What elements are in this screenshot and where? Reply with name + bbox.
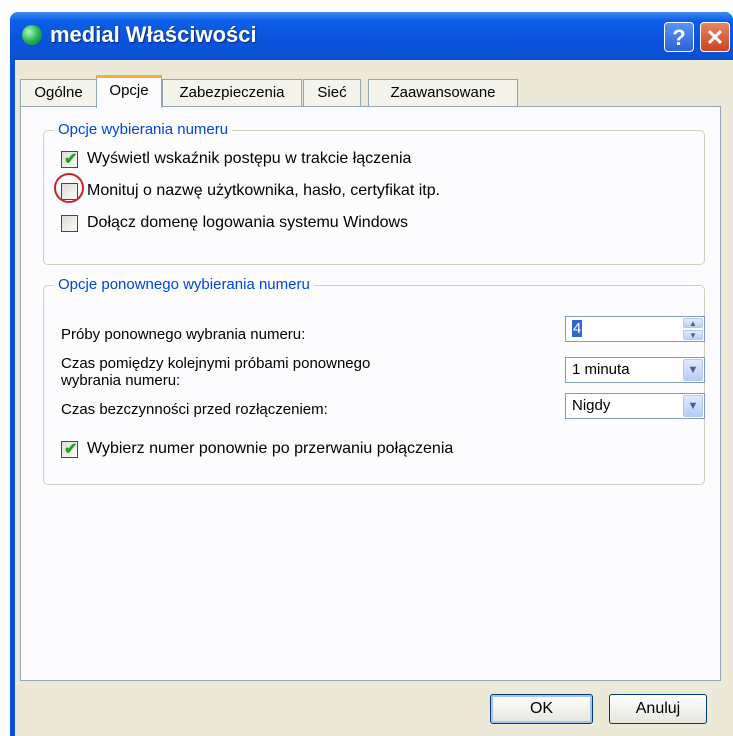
show-progress-label: Wyświetl wskaźnik postępu w trakcie łącz… — [87, 150, 412, 167]
tab-general[interactable]: Ogólne — [20, 79, 97, 107]
checkmark-icon: ✔ — [64, 151, 78, 168]
prompt-credentials-label: Monituj o nazwę użytkownika, hasło, cert… — [87, 182, 441, 199]
help-button[interactable]: ? — [664, 22, 694, 52]
redial-attempts-spinner[interactable]: ▲ ▼ — [683, 318, 703, 340]
cancel-button[interactable]: Anuluj — [609, 694, 707, 724]
chevron-down-icon[interactable]: ▼ — [683, 395, 703, 417]
tab-security[interactable]: Zabezpieczenia — [162, 79, 302, 107]
redial-options-group: Opcje ponownego wybierania numeru Próby … — [43, 276, 705, 485]
redial-interval-dropdown[interactable]: 1 minuta ▼ — [565, 357, 705, 383]
options-panel: Opcje wybierania numeru ✔ Wyświetl wskaź… — [20, 106, 721, 681]
spin-up-icon[interactable]: ▲ — [683, 318, 703, 328]
redial-attempts-spinbox[interactable]: 4 ▲ ▼ — [565, 316, 705, 342]
redial-attempts-label: Próby ponownego wybrania numeru: — [61, 326, 306, 343]
redial-interval-value: 1 minuta — [572, 361, 630, 378]
title-bar[interactable]: medial Właściwości ? ✕ — [10, 12, 733, 60]
tab-network[interactable]: Sieć — [303, 79, 361, 107]
annotation-circle — [54, 173, 84, 203]
spin-down-icon[interactable]: ▼ — [683, 330, 703, 340]
checkmark-icon: ✔ — [64, 441, 78, 458]
show-progress-checkbox[interactable]: ✔ — [61, 151, 78, 168]
redial-interval-label: Czas pomiędzy kolejnymi próbami ponowneg… — [61, 355, 371, 389]
chevron-down-icon[interactable]: ▼ — [683, 359, 703, 381]
idle-time-label: Czas bezczynności przed rozłączeniem: — [61, 401, 328, 418]
tab-options[interactable]: Opcje — [96, 75, 162, 108]
dialog-window: medial Właściwości ? ✕ Ogólne Opcje Zabe… — [10, 12, 733, 736]
dialing-options-group: Opcje wybierania numeru ✔ Wyświetl wskaź… — [43, 121, 705, 265]
include-domain-checkbox[interactable] — [61, 215, 78, 232]
redial-on-drop-label: Wybierz numer ponownie po przerwaniu poł… — [87, 440, 454, 457]
redial-on-drop-checkbox[interactable]: ✔ — [61, 441, 78, 458]
network-connection-icon — [22, 25, 42, 45]
redial-options-legend: Opcje ponownego wybierania numeru — [54, 276, 314, 293]
redial-attempts-value[interactable]: 4 — [572, 320, 583, 337]
idle-time-dropdown[interactable]: Nigdy ▼ — [565, 393, 705, 419]
tab-advanced[interactable]: Zaawansowane — [368, 79, 518, 107]
window-title: medial Właściwości — [50, 22, 257, 47]
idle-time-value: Nigdy — [572, 397, 611, 414]
dialog-client-area: Ogólne Opcje Zabezpieczenia Sieć Zaawans… — [15, 60, 733, 736]
include-domain-label: Dołącz domenę logowania systemu Windows — [87, 214, 409, 231]
close-button[interactable]: ✕ — [700, 22, 730, 52]
ok-button[interactable]: OK — [490, 694, 593, 724]
dialing-options-legend: Opcje wybierania numeru — [54, 121, 233, 138]
